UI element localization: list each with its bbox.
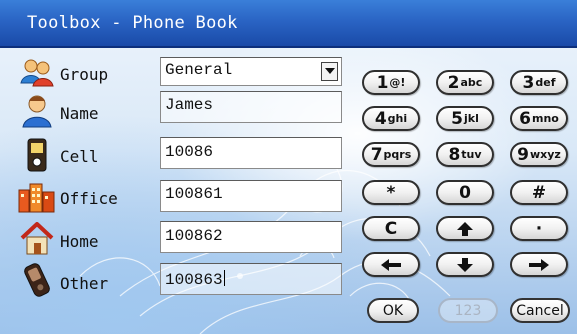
key-6-sub: mno — [531, 112, 559, 125]
key-6[interactable]: 6 mno — [510, 106, 568, 131]
arrow-left-icon — [381, 258, 401, 271]
key-8[interactable]: 8 tuv — [436, 142, 494, 167]
home-label: Home — [60, 232, 99, 251]
office-label: Office — [60, 189, 118, 208]
name-field-value: James — [165, 96, 214, 114]
key-clear-label: C — [384, 218, 398, 239]
key-3[interactable]: 3 def — [510, 70, 568, 95]
office-building-icon — [18, 183, 55, 213]
key-4-main: 4 — [374, 108, 387, 129]
cancel-button[interactable]: Cancel — [510, 298, 570, 323]
person-icon — [22, 95, 52, 128]
group-people-icon — [20, 59, 54, 87]
key-star-label: * — [386, 182, 396, 203]
text-caret — [223, 270, 225, 286]
home-field[interactable]: 100862 — [160, 221, 342, 253]
key-7[interactable]: 7 pqrs — [362, 142, 420, 167]
office-field-value: 100861 — [165, 185, 223, 203]
key-9-main: 9 — [517, 144, 529, 165]
key-8-sub: tuv — [461, 148, 482, 161]
key-up[interactable] — [436, 216, 494, 241]
key-2-main: 2 — [447, 72, 460, 93]
cell-field-value: 10086 — [165, 143, 214, 161]
mobile-phone-icon — [27, 138, 47, 172]
arrow-up-icon — [457, 221, 473, 236]
key-3-sub: def — [535, 76, 556, 89]
key-9[interactable]: 9 wxyz — [510, 142, 568, 167]
key-hash-label: # — [531, 182, 547, 203]
key-0[interactable]: 0 — [436, 180, 494, 205]
key-2-sub: abc — [460, 76, 483, 89]
window-title: Toolbox - Phone Book — [27, 13, 238, 33]
cell-field[interactable]: 10086 — [160, 137, 342, 169]
key-5[interactable]: 5 jkl — [436, 106, 494, 131]
key-3-main: 3 — [522, 72, 535, 93]
ok-button[interactable]: OK — [367, 298, 419, 323]
key-left[interactable] — [362, 252, 420, 277]
key-dot-label: · — [535, 218, 543, 239]
key-right[interactable] — [510, 252, 568, 277]
key-7-main: 7 — [370, 144, 383, 165]
key-9-sub: wxyz — [530, 148, 561, 161]
key-4[interactable]: 4 ghi — [362, 106, 420, 131]
key-5-main: 5 — [451, 108, 463, 129]
home-field-value: 100862 — [165, 227, 223, 245]
key-7-sub: pqrs — [383, 148, 412, 161]
other-label: Other — [60, 274, 109, 293]
name-field[interactable]: James — [160, 91, 342, 123]
arrow-right-icon — [529, 258, 549, 271]
key-0-label: 0 — [459, 182, 471, 203]
key-clear[interactable]: C — [362, 216, 420, 241]
arrow-down-icon — [457, 257, 473, 272]
key-6-main: 6 — [519, 108, 531, 129]
other-phone-icon — [24, 263, 50, 297]
key-5-sub: jkl — [463, 112, 479, 125]
other-field-value: 100863 — [165, 271, 223, 289]
key-1[interactable]: 1 @! — [362, 70, 420, 95]
key-1-main: 1 — [376, 72, 389, 93]
house-icon — [20, 222, 54, 255]
cell-label: Cell — [60, 147, 99, 166]
office-field[interactable]: 100861 — [160, 180, 342, 212]
key-4-sub: ghi — [387, 112, 408, 125]
title-bar: Toolbox - Phone Book — [0, 0, 577, 48]
key-star[interactable]: * — [362, 180, 420, 205]
chevron-down-icon[interactable] — [321, 62, 338, 81]
key-down[interactable] — [436, 252, 494, 277]
key-dot[interactable]: · — [510, 216, 568, 241]
key-2[interactable]: 2 abc — [436, 70, 494, 95]
phone-book-window: Toolbox - Phone Book Group General Name … — [0, 0, 577, 334]
key-hash[interactable]: # — [510, 180, 568, 205]
input-mode-button[interactable]: 123 — [438, 298, 498, 323]
name-label: Name — [60, 104, 99, 123]
group-select-value: General — [165, 61, 233, 79]
key-1-sub: @! — [389, 76, 406, 89]
key-8-main: 8 — [448, 144, 461, 165]
group-select[interactable]: General — [160, 57, 342, 86]
group-label: Group — [60, 65, 109, 84]
other-field[interactable]: 100863 — [160, 263, 342, 295]
